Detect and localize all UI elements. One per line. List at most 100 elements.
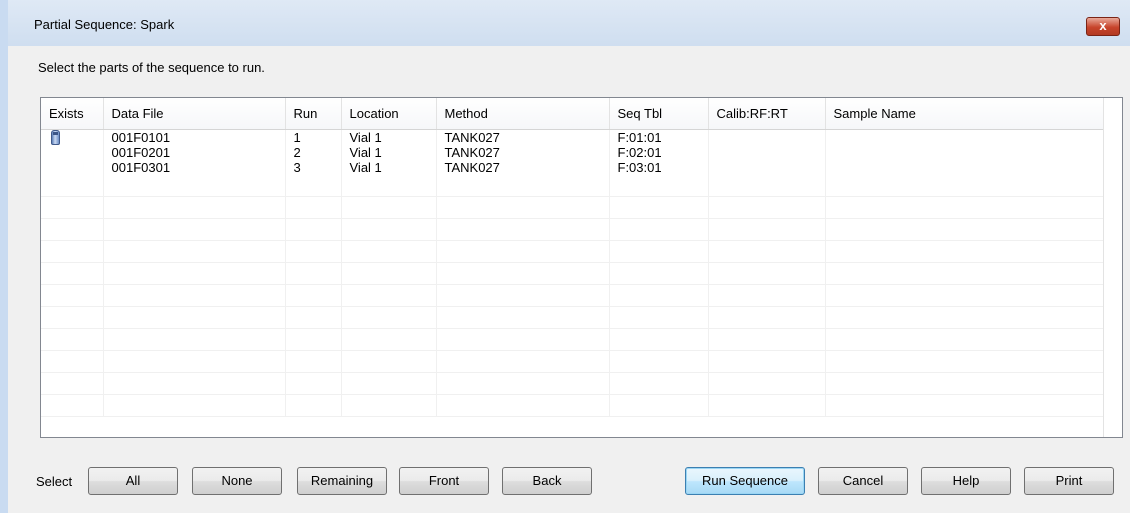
select-none-button[interactable]: None	[192, 467, 282, 495]
column-header-data-file[interactable]: Data File	[103, 98, 286, 130]
cell-seq-tbl: F:03:01	[609, 160, 709, 175]
cell-location: Vial 1	[341, 145, 437, 160]
empty-cell	[825, 175, 1105, 197]
empty-cell	[708, 175, 826, 197]
empty-cell	[103, 394, 286, 417]
empty-cell	[103, 175, 286, 197]
empty-cell	[609, 350, 709, 373]
empty-cell	[41, 196, 104, 219]
empty-cell	[708, 262, 826, 285]
empty-cell	[341, 328, 437, 351]
cell-exists	[41, 160, 104, 175]
empty-cell	[285, 175, 342, 197]
empty-cell	[436, 240, 610, 263]
empty-cell	[609, 328, 709, 351]
cell-seq-tbl: F:02:01	[609, 145, 709, 160]
empty-cell	[825, 328, 1105, 351]
empty-row	[41, 196, 1105, 219]
empty-cell	[41, 262, 104, 285]
empty-cell	[285, 394, 342, 417]
empty-cell	[285, 284, 342, 307]
select-back-button[interactable]: Back	[502, 467, 592, 495]
cell-method: TANK027	[436, 160, 610, 175]
empty-cell	[708, 350, 826, 373]
title-bar[interactable]: Partial Sequence: Spark x	[8, 0, 1130, 46]
close-button[interactable]: x	[1086, 17, 1120, 36]
empty-cell	[41, 306, 104, 329]
empty-cell	[609, 284, 709, 307]
cell-sample-name	[825, 145, 1105, 160]
table-row[interactable]: 001F0201 2 Vial 1 TANK027 F:02:01	[41, 145, 1105, 160]
cell-location: Vial 1	[341, 129, 437, 145]
cell-method: TANK027	[436, 129, 610, 145]
cell-data-file: 001F0101	[103, 129, 286, 145]
empty-cell	[341, 350, 437, 373]
empty-cell	[825, 306, 1105, 329]
empty-row	[41, 262, 1105, 285]
empty-cell	[436, 350, 610, 373]
partial-sequence-dialog: Partial Sequence: Spark x Select the par…	[0, 0, 1130, 513]
empty-cell	[436, 175, 610, 197]
empty-cell	[825, 218, 1105, 241]
empty-cell	[41, 218, 104, 241]
empty-cell	[103, 306, 286, 329]
select-all-button[interactable]: All	[88, 467, 178, 495]
empty-row	[41, 284, 1105, 307]
empty-cell	[285, 328, 342, 351]
cancel-button[interactable]: Cancel	[818, 467, 908, 495]
cell-calib	[708, 129, 826, 145]
empty-cell	[341, 175, 437, 197]
empty-cell	[708, 394, 826, 417]
empty-cell	[41, 328, 104, 351]
table-row[interactable]: 001F0301 3 Vial 1 TANK027 F:03:01	[41, 160, 1105, 175]
empty-cell	[103, 372, 286, 395]
empty-cell	[708, 196, 826, 219]
column-header-seq-tbl[interactable]: Seq Tbl	[609, 98, 709, 130]
empty-cell	[285, 306, 342, 329]
empty-cell	[341, 262, 437, 285]
column-header-sample-name[interactable]: Sample Name	[825, 98, 1105, 130]
empty-cell	[41, 240, 104, 263]
table-row[interactable]: 001F0101 1 Vial 1 TANK027 F:01:01	[41, 129, 1105, 145]
empty-cell	[285, 262, 342, 285]
cell-method: TANK027	[436, 145, 610, 160]
empty-cell	[825, 284, 1105, 307]
empty-cell	[825, 350, 1105, 373]
empty-cell	[285, 218, 342, 241]
vertical-scroll-area[interactable]	[1103, 98, 1122, 437]
empty-row	[41, 175, 1105, 197]
cell-calib	[708, 160, 826, 175]
empty-cell	[825, 372, 1105, 395]
empty-cell	[103, 284, 286, 307]
select-front-button[interactable]: Front	[399, 467, 489, 495]
sequence-grid: Exists Data File Run Location Method Seq…	[41, 98, 1105, 417]
column-header-exists[interactable]: Exists	[41, 98, 104, 130]
column-header-run[interactable]: Run	[285, 98, 342, 130]
column-header-calib[interactable]: Calib:RF:RT	[708, 98, 826, 130]
empty-cell	[609, 306, 709, 329]
empty-cell	[103, 196, 286, 219]
run-sequence-button[interactable]: Run Sequence	[685, 467, 805, 495]
empty-cell	[285, 372, 342, 395]
cell-exists	[41, 145, 104, 160]
close-icon: x	[1099, 18, 1107, 33]
select-remaining-button[interactable]: Remaining	[297, 467, 387, 495]
empty-cell	[41, 394, 104, 417]
empty-cell	[609, 262, 709, 285]
select-label: Select	[36, 474, 73, 489]
print-button[interactable]: Print	[1024, 467, 1114, 495]
column-header-location[interactable]: Location	[341, 98, 437, 130]
empty-cell	[825, 240, 1105, 263]
empty-cell	[609, 196, 709, 219]
empty-cell	[341, 218, 437, 241]
empty-cell	[436, 284, 610, 307]
empty-cell	[609, 218, 709, 241]
empty-cell	[825, 196, 1105, 219]
sequence-table[interactable]: Exists Data File Run Location Method Seq…	[40, 97, 1123, 438]
empty-cell	[341, 240, 437, 263]
cell-exists	[41, 129, 104, 145]
column-header-method[interactable]: Method	[436, 98, 610, 130]
help-button[interactable]: Help	[921, 467, 1011, 495]
empty-cell	[825, 262, 1105, 285]
empty-cell	[436, 394, 610, 417]
